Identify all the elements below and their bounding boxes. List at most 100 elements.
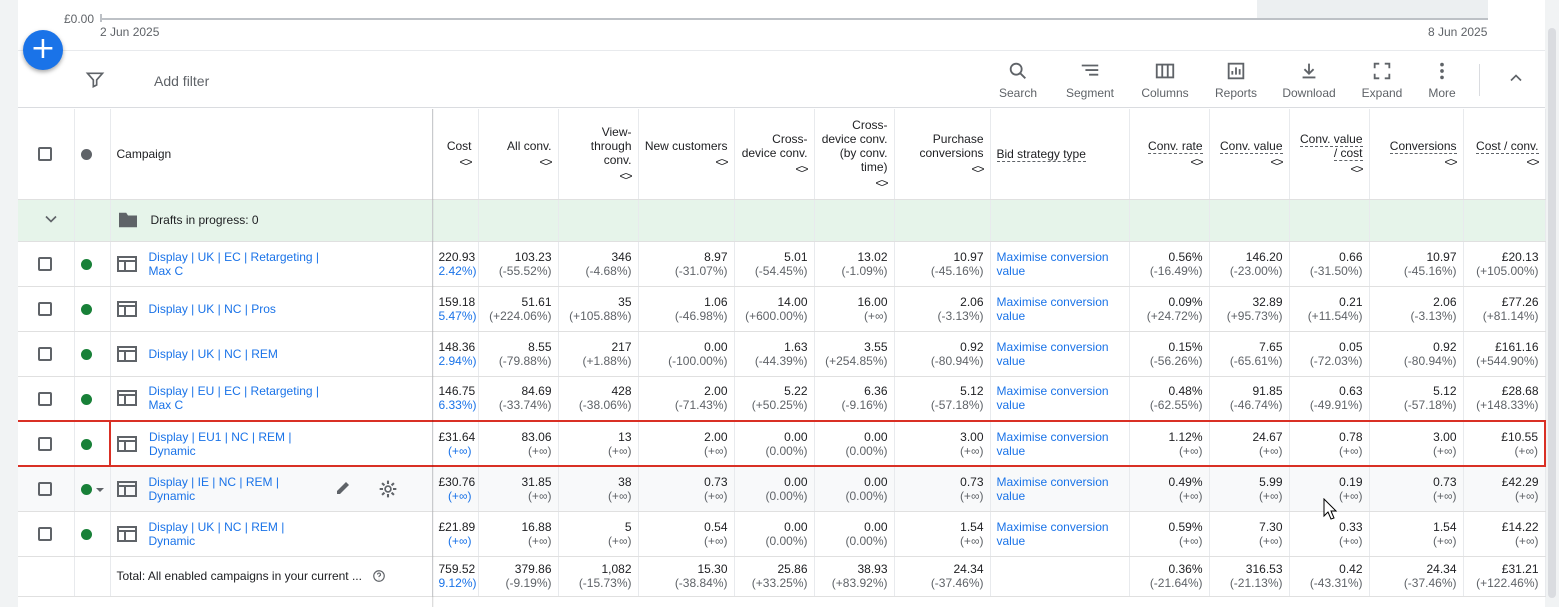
row-checkbox[interactable]	[38, 391, 52, 406]
sort-icon: <>	[1444, 154, 1457, 169]
tool-label: Segment	[1065, 86, 1115, 100]
bid-strategy-link[interactable]: Maximise conversion value	[997, 250, 1109, 278]
metric-value: 0.49%	[1168, 474, 1203, 489]
conv-value-header[interactable]: Conv. value <>	[1209, 109, 1290, 200]
tool-label: Reports	[1214, 86, 1258, 100]
metric-change: (+∞)	[447, 488, 472, 503]
row-checkbox[interactable]	[38, 526, 52, 541]
search-tool-button[interactable]: Search	[994, 60, 1042, 100]
segment-tool-button[interactable]: Segment	[1064, 60, 1116, 100]
campaign-name-link[interactable]: Display | UK | NC | REM | Dynamic	[149, 520, 321, 548]
metric-change: (+∞)	[447, 443, 472, 458]
row-checkbox[interactable]	[38, 346, 52, 361]
bid-strategy-link[interactable]: Maximise conversion value	[997, 384, 1109, 412]
download-tool-button[interactable]: Download	[1280, 60, 1338, 100]
all-conv-header[interactable]: All conv. <>	[478, 109, 559, 200]
nc-cell: 0.73 (+∞)	[638, 466, 735, 512]
expand-tool-button[interactable]: Expand	[1358, 60, 1406, 100]
status-enabled-icon[interactable]	[80, 303, 92, 315]
row-checkbox[interactable]	[38, 301, 52, 316]
bid-strategy-link[interactable]: Maximise conversion value	[997, 475, 1109, 503]
campaign-row[interactable]: Display | IE | NC | REM | Dynamic £30.76(…	[18, 466, 1546, 512]
folder-icon	[118, 212, 137, 228]
campaign-name-link[interactable]: Display | UK | NC | Pros	[149, 302, 276, 316]
help-icon[interactable]	[372, 569, 386, 583]
metric-value: 91.85	[1252, 384, 1283, 399]
campaign-row[interactable]: Display | EU | EC | Retargeting | Max C 1…	[18, 376, 1546, 422]
campaign-header[interactable]: Campaign	[110, 109, 433, 200]
campaign-name-link[interactable]: Display | EU1 | NC | REM | Dynamic	[149, 430, 321, 458]
more-tool-button[interactable]: More	[1422, 60, 1462, 100]
metric-value: 159.18	[438, 294, 476, 309]
metric-change: (-16.49%)	[1149, 263, 1203, 278]
bid-strategy-link[interactable]: Maximise conversion value	[997, 340, 1109, 368]
metric-change: (+224.06%)	[489, 308, 552, 323]
purchase-header[interactable]: Purchase conversions <>	[894, 109, 991, 200]
metric-change: (0.00%)	[845, 443, 888, 458]
filter-icon[interactable]	[85, 70, 105, 90]
campaign-name-link[interactable]: Display | UK | EC | Retargeting | Max C	[149, 250, 321, 278]
reports-tool-button[interactable]: Reports	[1211, 60, 1261, 100]
new-customers-header[interactable]: New customers <>	[638, 109, 735, 200]
metric-value: 0.00	[864, 519, 888, 534]
metric-change: (-46.98%)	[674, 308, 728, 323]
status-enabled-icon[interactable]	[80, 393, 92, 405]
status-cell	[74, 331, 111, 377]
cross-device-header[interactable]: Cross-device conv. <>	[734, 109, 815, 200]
chevron-up-icon[interactable]	[1506, 68, 1526, 88]
conv-rate-header[interactable]: Conv. rate <>	[1129, 109, 1210, 200]
caret-down-icon[interactable]	[95, 485, 105, 495]
metric-value: £31.64	[438, 429, 476, 444]
campaign-row[interactable]: Display | UK | NC | Pros 159.18 5.47%) 51.6…	[18, 286, 1546, 332]
chevron-down-icon[interactable]	[41, 209, 61, 229]
metric-value: £10.55	[1501, 429, 1538, 444]
row-checkbox[interactable]	[38, 482, 52, 497]
columns-tool-button[interactable]: Columns	[1137, 60, 1193, 100]
campaign-name-link[interactable]: Display | UK | NC | REM	[149, 347, 278, 361]
gear-icon[interactable]	[378, 479, 398, 499]
campaign-row[interactable]: Display | EU1 | NC | REM | Dynamic £31.64…	[18, 420, 1546, 467]
cpc-cell: £31.21 (+122.46%)	[1463, 556, 1546, 597]
conversions-header[interactable]: Conversions <>	[1369, 109, 1464, 200]
cdt-cell: 38.93 (+83.92%)	[814, 556, 895, 597]
drafts-row[interactable]: Drafts in progress: 0	[18, 199, 1546, 242]
conv-value-cost-header[interactable]: Conv. value / cost <>	[1289, 109, 1370, 200]
cv-cell: 32.89 (+95.73%)	[1209, 286, 1290, 332]
bid-strategy-link[interactable]: Maximise conversion value	[997, 430, 1109, 458]
bid-strategy-header[interactable]: Bid strategy type	[990, 109, 1130, 200]
status-enabled-icon[interactable]	[80, 438, 92, 450]
metric-value: 25.86	[777, 562, 808, 576]
metric-change: (+254.85%)	[825, 353, 888, 368]
add-filter-button[interactable]: Add filter	[154, 73, 209, 89]
page-scrollbar[interactable]	[1548, 28, 1556, 598]
campaign-name-link[interactable]: Display | IE | NC | REM | Dynamic	[149, 475, 321, 503]
cr-cell: 0.56% (-16.49%)	[1129, 241, 1210, 287]
bid-strategy-link[interactable]: Maximise conversion value	[997, 295, 1109, 323]
metric-value: 5.01	[784, 249, 808, 264]
cost-header[interactable]: Cost <>	[432, 109, 479, 200]
row-checkbox[interactable]	[38, 256, 52, 271]
status-header-icon[interactable]	[80, 149, 92, 161]
row-checkbox[interactable]	[38, 436, 52, 451]
metric-value: £30.76	[438, 474, 476, 489]
campaign-row[interactable]: Display | UK | NC | REM 148.36 2.94%) 8.55(…	[18, 331, 1546, 377]
create-button[interactable]: +	[23, 30, 63, 70]
all-conv-cell: 103.23 (-55.52%)	[478, 241, 559, 287]
status-enabled-icon[interactable]	[80, 484, 92, 496]
campaign-row[interactable]: Display | UK | NC | REM | Dynamic £21.89(…	[18, 511, 1546, 557]
cost-conv-header[interactable]: Cost / conv. <>	[1463, 109, 1546, 200]
campaign-row[interactable]: Display | UK | EC | Retargeting | Max C 2…	[18, 241, 1546, 287]
status-enabled-icon[interactable]	[80, 348, 92, 360]
metric-value: 0.92	[1433, 339, 1457, 354]
select-all-checkbox[interactable]	[38, 147, 52, 162]
cross-device-time-header[interactable]: Cross-device conv. (by conv. time) <>	[814, 109, 895, 200]
campaign-name-link[interactable]: Display | EU | EC | Retargeting | Max C	[149, 384, 321, 412]
cd-cell: 1.63 (-44.39%)	[734, 331, 815, 377]
metric-value: 759.52	[438, 562, 476, 576]
display-campaign-icon	[116, 345, 137, 362]
view-through-header[interactable]: View-through conv. <>	[558, 109, 639, 200]
status-enabled-icon[interactable]	[80, 528, 92, 540]
bid-strategy-link[interactable]: Maximise conversion value	[997, 520, 1109, 548]
pencil-icon[interactable]	[334, 479, 352, 497]
status-enabled-icon[interactable]	[80, 258, 92, 270]
